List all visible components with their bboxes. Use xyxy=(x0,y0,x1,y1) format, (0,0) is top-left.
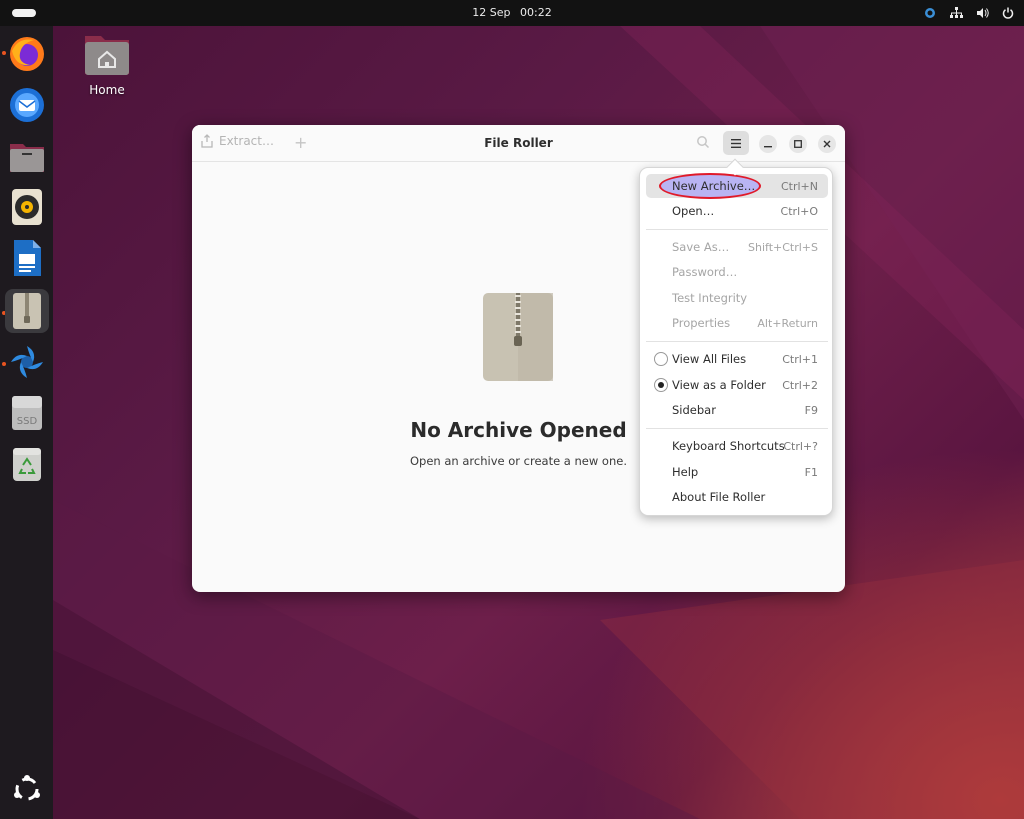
maximize-button[interactable] xyxy=(789,135,807,153)
maximize-icon xyxy=(794,140,802,148)
home-folder-icon xyxy=(85,36,129,75)
menu-separator xyxy=(646,428,828,429)
firefox-icon[interactable] xyxy=(5,32,49,76)
main-menu-popover: New Archive… Ctrl+N Open… Ctrl+O Save As… xyxy=(639,167,833,516)
menu-item-open[interactable]: Open… Ctrl+O xyxy=(646,199,828,223)
clock-date: 12 Sep xyxy=(472,6,511,19)
menu-item-about[interactable]: About File Roller xyxy=(646,485,828,509)
menu-item-label: Properties xyxy=(672,316,731,330)
menu-item-accel: F1 xyxy=(804,465,818,479)
clock[interactable]: 12 Sep 00:22 xyxy=(0,6,1024,19)
hamburger-icon xyxy=(731,138,741,148)
system-tray[interactable] xyxy=(922,5,1016,21)
menu-item-label: Keyboard Shortcuts xyxy=(672,439,785,453)
menu-item-accel: Ctrl+N xyxy=(780,179,818,193)
menu-item-properties[interactable]: Properties Alt+Return xyxy=(646,311,828,335)
show-apps-icon[interactable] xyxy=(5,767,49,811)
menu-item-accel: Alt+Return xyxy=(757,316,818,330)
minimize-button[interactable] xyxy=(759,135,777,153)
menu-item-label: Sidebar xyxy=(672,403,716,417)
app-center-icon[interactable] xyxy=(5,340,49,384)
menu-item-password[interactable]: Password… xyxy=(646,260,828,284)
menu-separator xyxy=(646,341,828,342)
ssd-drive-icon[interactable]: SSD xyxy=(5,391,49,435)
menu-item-label: Password… xyxy=(672,265,738,279)
thunderbird-icon[interactable] xyxy=(5,83,49,127)
menu-item-accel: Ctrl+1 xyxy=(782,352,818,366)
close-icon xyxy=(823,140,831,148)
files-icon[interactable] xyxy=(5,134,49,178)
menu-item-label: View All Files xyxy=(672,352,747,366)
menu-item-view-all-files[interactable]: View All Files Ctrl+1 xyxy=(646,347,828,371)
main-menu-button[interactable] xyxy=(723,131,749,155)
screen-share-icon[interactable] xyxy=(922,5,938,21)
menu-item-label: Open… xyxy=(672,204,715,218)
menu-item-view-as-folder[interactable]: View as a Folder Ctrl+2 xyxy=(646,373,828,397)
menu-item-label: About File Roller xyxy=(672,490,766,504)
radio-checked-icon[interactable] xyxy=(654,378,668,392)
desktop-home[interactable]: Home xyxy=(78,32,136,97)
menu-item-test-integrity[interactable]: Test Integrity xyxy=(646,286,828,310)
menu-item-help[interactable]: Help F1 xyxy=(646,460,828,484)
menu-item-accel: Shift+Ctrl+S xyxy=(748,240,818,254)
menu-item-save-as[interactable]: Save As… Shift+Ctrl+S xyxy=(646,235,828,259)
menu-item-accel: Ctrl+2 xyxy=(782,378,818,392)
menu-separator xyxy=(646,229,828,230)
menu-item-accel: Ctrl+O xyxy=(780,204,818,218)
ssd-label: SSD xyxy=(17,416,38,427)
clock-time: 00:22 xyxy=(520,6,552,19)
menu-item-sidebar[interactable]: Sidebar F9 xyxy=(646,398,828,422)
top-bar: 12 Sep 00:22 xyxy=(0,0,1024,26)
menu-item-accel: Ctrl+? xyxy=(783,439,818,453)
radio-unchecked-icon[interactable] xyxy=(654,352,668,366)
network-icon[interactable] xyxy=(948,5,964,21)
menu-item-label: Help xyxy=(672,465,699,479)
libreoffice-writer-icon[interactable] xyxy=(5,236,49,280)
desktop-home-label: Home xyxy=(89,83,125,97)
menu-item-accel: F9 xyxy=(804,403,818,417)
power-icon[interactable] xyxy=(1000,5,1016,21)
menu-item-label: Test Integrity xyxy=(672,291,748,305)
search-icon xyxy=(697,136,710,149)
archive-placeholder-icon xyxy=(483,293,553,381)
rhythmbox-icon[interactable] xyxy=(5,185,49,229)
menu-item-label: Save As… xyxy=(672,240,730,254)
menu-item-new-archive[interactable]: New Archive… Ctrl+N xyxy=(646,173,828,199)
trash-icon[interactable] xyxy=(5,442,49,486)
volume-icon[interactable] xyxy=(974,5,990,21)
search-button[interactable] xyxy=(696,135,712,151)
menu-item-label: New Archive… xyxy=(672,179,756,193)
header-bar: Extract… + File Roller xyxy=(192,125,845,162)
file-roller-icon[interactable] xyxy=(5,289,49,333)
menu-item-label: View as a Folder xyxy=(672,378,766,392)
dock: SSD xyxy=(0,26,53,819)
minimize-icon xyxy=(764,146,772,148)
menu-item-keyboard-shortcuts[interactable]: Keyboard Shortcuts Ctrl+? xyxy=(646,434,828,458)
close-button[interactable] xyxy=(818,135,836,153)
